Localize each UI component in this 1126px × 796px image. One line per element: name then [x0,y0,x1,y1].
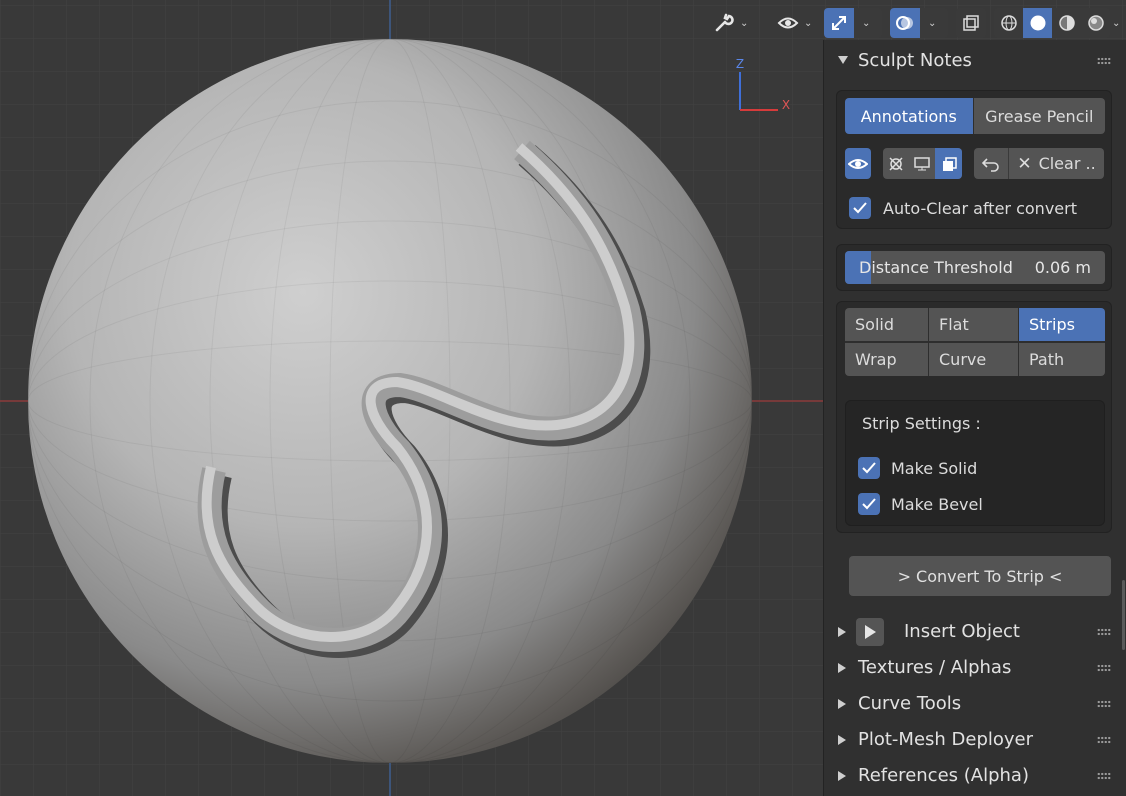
tab-annotations[interactable]: Annotations [845,98,973,134]
make-solid-checkbox[interactable] [858,457,880,479]
view-placement-icon[interactable] [909,148,935,179]
strip-settings-box: Strip Settings : Make Solid Make Bevel [845,400,1105,526]
clear-button[interactable]: ✕ Clear .. [1009,148,1104,179]
collapse-arrow-icon[interactable] [838,56,848,64]
chevron-down-icon: ⌄ [928,17,937,29]
subpanel-label: Insert Object [904,621,1020,642]
drag-grip-icon[interactable] [1097,736,1111,744]
strip-settings-title: Strip Settings : [862,414,981,433]
xray-toggle[interactable] [956,8,986,38]
type-solid-button[interactable]: Solid [845,308,928,341]
threshold-label: Distance Threshold [859,258,1013,277]
subpanel-label: Plot-Mesh Deployer [858,729,1034,750]
type-curve-button[interactable]: Curve [929,343,1018,376]
wrench-icon [708,8,740,38]
wireframe-shading-icon[interactable] [994,8,1023,38]
type-wrap-button[interactable]: Wrap [845,343,928,376]
auto-clear-label: Auto-Clear after convert [883,199,1077,218]
undo-icon[interactable] [974,148,1009,179]
solid-shading-icon[interactable] [1023,8,1052,38]
chevron-down-icon: ⌄ [804,17,813,29]
subpanel-insert-object[interactable]: Insert Object [824,614,1126,650]
drag-grip-icon[interactable] [1097,57,1111,65]
svg-text:Z: Z [736,57,744,71]
overlays-icon [890,8,920,38]
clear-label: Clear .. [1038,154,1096,173]
expand-arrow-icon [838,663,846,673]
drag-grip-icon[interactable] [1097,664,1111,672]
eye-pointer-icon [772,8,804,38]
visibility-dropdown[interactable]: ⌄ [772,8,818,38]
drag-grip-icon[interactable] [1097,772,1111,780]
panel-title: Sculpt Notes [858,50,972,71]
type-grid: Solid Flat Strips Wrap Curve Path [845,308,1105,376]
chevron-down-icon: ⌄ [862,17,871,29]
eye-icon [848,158,868,169]
subpanel-textures-alphas[interactable]: Textures / Alphas [824,650,1126,686]
threshold-value: 0.06 m [1034,258,1091,277]
expand-arrow-icon [838,735,846,745]
checkmark-icon [853,202,867,214]
play-icon[interactable] [856,618,884,646]
distance-threshold-slider[interactable]: Distance Threshold 0.06 m [845,251,1105,284]
checkmark-icon [862,462,876,474]
subpanel-label: Textures / Alphas [858,657,1012,678]
panel-scrollbar[interactable] [1122,580,1125,650]
mode-tabs: Annotations Grease Pencil [845,98,1105,134]
subpanel-label: Curve Tools [858,693,962,714]
placement-button-group [883,148,962,179]
convert-to-strip-button[interactable]: > Convert To Strip < [849,556,1111,596]
rendered-shading-icon[interactable] [1081,8,1110,38]
visibility-eye-button[interactable] [845,148,871,179]
sculpt-notes-sidebar: Sculpt Notes Annotations Grease Pencil ✕… [823,40,1126,796]
drag-grip-icon[interactable] [1097,700,1111,708]
tool-settings-dropdown[interactable]: ⌄ [708,8,756,38]
type-settings-box: Solid Flat Strips Wrap Curve Path Strip … [836,301,1112,533]
type-path-button[interactable]: Path [1019,343,1105,376]
make-bevel-label: Make Bevel [891,495,983,514]
expand-arrow-icon [838,627,846,637]
cursor-placement-icon[interactable] [883,148,909,179]
annotation-settings-box: Annotations Grease Pencil ✕ Clear .. Aut… [836,90,1112,229]
make-solid-label: Make Solid [891,459,978,478]
chevron-down-icon: ⌄ [1112,17,1121,29]
drag-grip-icon[interactable] [1097,628,1111,636]
subpanel-curve-tools[interactable]: Curve Tools [824,686,1126,722]
material-shading-icon[interactable] [1052,8,1081,38]
gizmo-toggle[interactable]: ⌄ [824,8,882,38]
chevron-down-icon: ⌄ [740,17,749,29]
subpanel-references[interactable]: References (Alpha) [824,758,1126,794]
overlays-toggle[interactable]: ⌄ [890,8,948,38]
shading-dropdown[interactable]: ⌄ [1112,8,1126,38]
auto-clear-checkbox[interactable] [849,197,871,219]
tab-grease-pencil[interactable]: Grease Pencil [972,98,1105,134]
svg-text:X: X [782,98,790,112]
gizmo-icon [824,8,854,38]
type-strips-button[interactable]: Strips [1019,308,1105,341]
subpanel-plot-mesh-deployer[interactable]: Plot-Mesh Deployer [824,722,1126,758]
close-icon: ✕ [1017,153,1032,174]
expand-arrow-icon [838,771,846,781]
expand-arrow-icon [838,699,846,709]
xray-icon [956,8,986,38]
checkmark-icon [862,498,876,510]
make-bevel-checkbox[interactable] [858,493,880,515]
surface-placement-icon[interactable] [935,148,962,179]
type-flat-button[interactable]: Flat [929,308,1018,341]
undo-clear-group: ✕ Clear .. [974,148,1104,179]
shading-mode-group[interactable] [994,8,1110,38]
subpanel-label: References (Alpha) [858,765,1029,786]
threshold-box: Distance Threshold 0.06 m [836,244,1112,291]
